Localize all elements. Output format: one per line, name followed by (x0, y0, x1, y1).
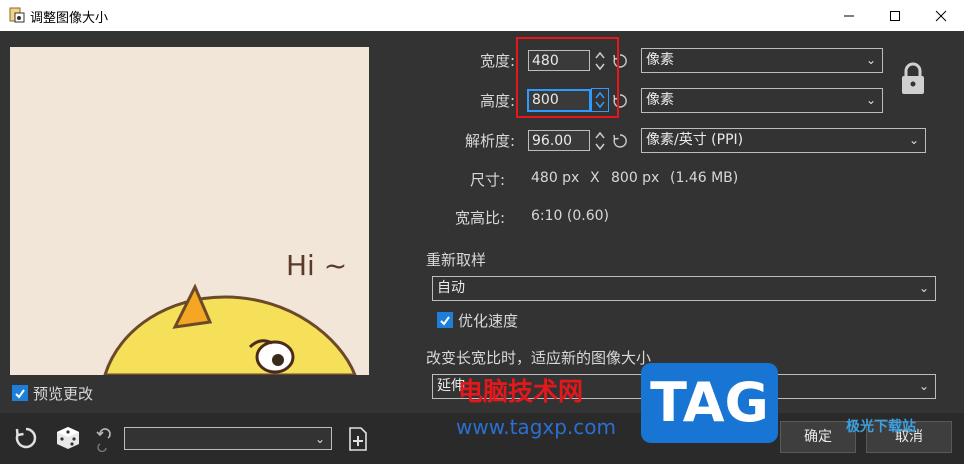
dimension-height: 800 px (611, 170, 660, 186)
resolution-input[interactable]: 96.00 (528, 130, 590, 151)
watermark-tag-logo: TAG (641, 363, 778, 443)
undo-icon[interactable] (96, 424, 112, 453)
aspect-ratio-label: 宽高比: (454, 209, 505, 227)
close-icon[interactable] (918, 0, 964, 31)
highlight-box (516, 37, 619, 118)
optimize-speed-label: 优化速度 (458, 312, 519, 330)
resolution-unit-select[interactable]: 像素/英寸 (PPI) ⌄ (641, 128, 926, 153)
chevron-down-icon: ⌄ (918, 379, 929, 393)
dimension-x: X (590, 170, 600, 186)
preset-select[interactable]: ⌄ (124, 427, 332, 450)
ok-button[interactable]: 确定 (780, 421, 856, 453)
maximize-icon[interactable] (872, 0, 918, 31)
width-label: 宽度: (479, 52, 515, 70)
chevron-down-icon: ⌄ (865, 53, 876, 67)
resample-value: 自动 (437, 280, 465, 296)
resolution-stepper[interactable] (593, 129, 607, 153)
lock-icon[interactable] (900, 62, 926, 96)
title-bar: 调整图像大小 (0, 0, 964, 31)
resolution-unit-value: 像素/英寸 (PPI) (646, 132, 744, 148)
chevron-down-icon: ⌄ (314, 432, 325, 446)
preview-changes-label: 预览更改 (33, 385, 94, 403)
preview-image: Hi ~ (10, 47, 369, 375)
aspect-change-label: 改变长宽比时，适应新的图像大小 (426, 349, 652, 367)
height-unit-select[interactable]: 像素 ⌄ (641, 88, 883, 113)
resample-label: 重新取样 (426, 251, 487, 269)
preview-changes-checkbox[interactable] (12, 385, 28, 401)
dimension-width: 480 px (531, 170, 580, 186)
resolution-label: 解析度: (464, 132, 515, 150)
height-unit-value: 像素 (646, 92, 674, 108)
height-label: 高度: (479, 92, 515, 110)
dimension-label: 尺寸: (469, 171, 505, 189)
resample-select[interactable]: 自动 ⌄ (432, 276, 936, 301)
dice-icon[interactable] (55, 425, 81, 451)
width-unit-value: 像素 (646, 52, 674, 68)
aspect-ratio-value: 6:10 (0.60) (531, 208, 609, 224)
resolution-reset-icon[interactable] (612, 133, 628, 149)
width-unit-select[interactable]: 像素 ⌄ (641, 48, 883, 73)
watermark-site-url: www.tagxp.com (456, 415, 616, 439)
watermark-corner-text: 极光下载站 (846, 419, 916, 435)
chevron-down-icon: ⌄ (865, 93, 876, 107)
window-title: 调整图像大小 (30, 11, 109, 26)
preview-hi-text: Hi ~ (286, 249, 347, 282)
add-preset-icon[interactable] (348, 427, 368, 451)
app-icon (9, 7, 25, 23)
dimension-filesize: (1.46 MB) (670, 170, 739, 186)
chevron-down-icon: ⌄ (918, 281, 929, 295)
watermark-site-name: 电脑技术网 (458, 377, 584, 406)
minimize-icon[interactable] (826, 0, 872, 31)
optimize-speed-checkbox[interactable] (437, 312, 453, 328)
chevron-down-icon: ⌄ (908, 133, 919, 147)
rotate-icon[interactable] (14, 426, 38, 450)
